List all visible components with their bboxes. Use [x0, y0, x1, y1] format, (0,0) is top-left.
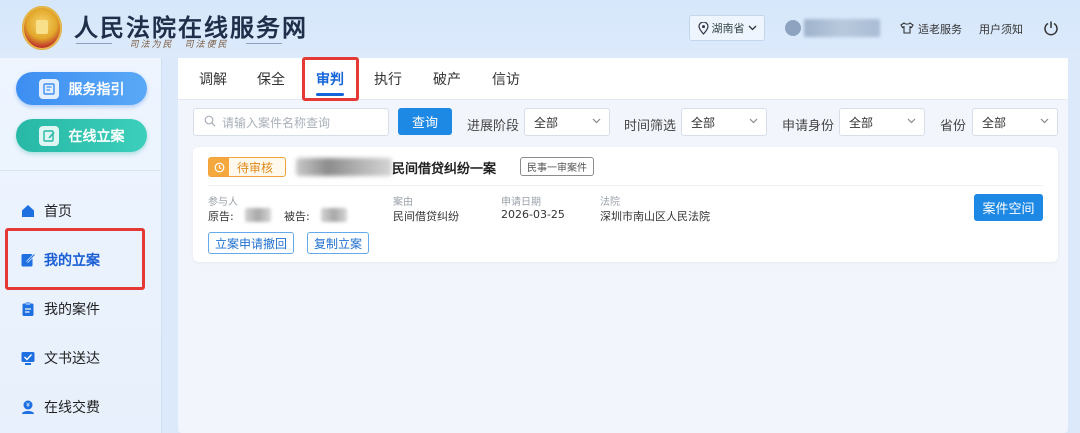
case-space-button[interactable]: 案件空间: [974, 194, 1043, 221]
defendant-label: 被告:: [284, 210, 310, 223]
search-icon: [204, 115, 216, 130]
payment-icon: ¥: [20, 399, 36, 415]
site-slogan: 司法为民 司法便民: [76, 37, 282, 50]
province-select[interactable]: 湖南省: [689, 15, 765, 41]
identity-filter-value: 全部: [849, 115, 874, 130]
sidebar-item-my-cases[interactable]: 我的案件: [20, 299, 100, 319]
tab-execution[interactable]: 执行: [374, 69, 402, 89]
province-filter-value: 全部: [982, 115, 1007, 130]
tab-petition[interactable]: 信访: [492, 69, 520, 89]
power-icon[interactable]: [1043, 20, 1059, 36]
chevron-down-icon: [907, 118, 916, 124]
time-filter-select[interactable]: 全部: [681, 108, 767, 136]
search-placeholder: 请输入案件名称查询: [222, 115, 331, 130]
withdraw-filing-button[interactable]: 立案申请撤回: [208, 232, 295, 254]
date-value: 2026-03-25: [501, 208, 565, 221]
elder-service-link[interactable]: 适老服务: [900, 20, 962, 38]
highlight-box-trial-tab: [302, 57, 359, 101]
cause-label: 案由: [393, 197, 413, 208]
sidebar-item-online-payment[interactable]: ¥ 在线交费: [20, 397, 100, 417]
filing-edit-icon: [38, 125, 59, 146]
sidebar-item-document-delivery[interactable]: 文书送达: [20, 348, 100, 368]
highlight-box-my-filings: [5, 228, 145, 290]
chevron-down-icon: [592, 118, 601, 124]
sidebar-item-label: 文书送达: [44, 351, 100, 367]
user-name-redacted[interactable]: [804, 19, 880, 37]
cause-value: 民间借贷纠纷: [393, 210, 459, 223]
svg-text:¥: ¥: [26, 402, 30, 409]
identity-filter-select[interactable]: 全部: [839, 108, 925, 136]
tab-mediation[interactable]: 调解: [199, 69, 227, 89]
participants-label: 参与人: [208, 197, 238, 208]
defendant-name-redacted: [321, 208, 347, 222]
case-type-badge: 民事一审案件: [520, 157, 594, 176]
status-label: 待审核: [237, 160, 274, 175]
case-title-redacted: [296, 158, 392, 176]
sidebar-item-home[interactable]: 首页: [20, 201, 72, 221]
sidebar-item-label: 我的案件: [44, 302, 100, 318]
main-content: 调解 保全 审判 执行 破产 信访 请输入案件名称查询 查询 进展阶段 全部 时…: [178, 58, 1068, 433]
stage-filter-label: 进展阶段: [467, 119, 520, 134]
online-filing-button[interactable]: 在线立案: [16, 119, 147, 152]
copy-filing-button[interactable]: 复制立案: [307, 232, 370, 254]
time-filter-value: 全部: [691, 115, 716, 130]
card-divider: [208, 185, 1043, 186]
elder-service-label: 适老服务: [918, 23, 962, 36]
service-guide-label: 服务指引: [68, 81, 125, 98]
court-value: 深圳市南山区人民法院: [600, 210, 710, 223]
stage-filter-value: 全部: [534, 115, 559, 130]
plaintiff-label: 原告:: [208, 210, 234, 223]
stage-filter-select[interactable]: 全部: [524, 108, 610, 136]
service-guide-button[interactable]: 服务指引: [16, 72, 147, 105]
search-input[interactable]: 请输入案件名称查询: [193, 108, 389, 136]
sidebar-divider: [0, 170, 162, 171]
province-filter-label: 省份: [940, 119, 967, 134]
identity-filter-label: 申请身份: [782, 119, 835, 134]
user-notice-link[interactable]: 用户须知: [979, 21, 1023, 37]
court-label: 法院: [600, 197, 620, 208]
filter-bar: 请输入案件名称查询 查询 进展阶段 全部 时间筛选 全部 申请身份 全部 省份 …: [178, 100, 1068, 144]
shirt-icon: [900, 21, 914, 37]
chevron-down-icon: [749, 118, 758, 124]
chevron-down-icon: [1040, 118, 1049, 124]
online-filing-label: 在线立案: [68, 128, 125, 145]
inbox-icon: [20, 350, 36, 366]
province-label: 湖南省: [711, 22, 745, 35]
tab-bankruptcy[interactable]: 破产: [433, 69, 461, 89]
top-header: 人民法院在线服务网 司法为民 司法便民 湖南省 适老服务 用户须知: [0, 0, 1080, 58]
time-filter-label: 时间筛选: [624, 119, 677, 134]
sidebar-item-label: 在线交费: [44, 400, 100, 416]
chevron-down-icon: [748, 25, 757, 31]
guide-icon: [38, 78, 59, 99]
location-pin-icon: [697, 21, 709, 35]
query-button[interactable]: 查询: [398, 108, 452, 135]
plaintiff-name-redacted: [245, 208, 271, 222]
case-title[interactable]: 民间借贷纠纷一案: [392, 158, 496, 177]
province-filter-select[interactable]: 全部: [972, 108, 1058, 136]
user-avatar[interactable]: [785, 20, 801, 36]
sidebar-item-label: 首页: [44, 204, 72, 220]
home-icon: [20, 203, 36, 219]
clipboard-icon: [20, 301, 36, 317]
clock-icon: [209, 158, 229, 176]
date-label: 申请日期: [501, 197, 541, 208]
case-card: 待审核 民间借贷纠纷一案 民事一审案件 参与人 原告: 被告: 案由 民间借贷纠…: [193, 147, 1058, 262]
status-badge: 待审核: [208, 157, 286, 177]
court-emblem-logo: [22, 6, 62, 50]
tab-preservation[interactable]: 保全: [257, 69, 285, 89]
